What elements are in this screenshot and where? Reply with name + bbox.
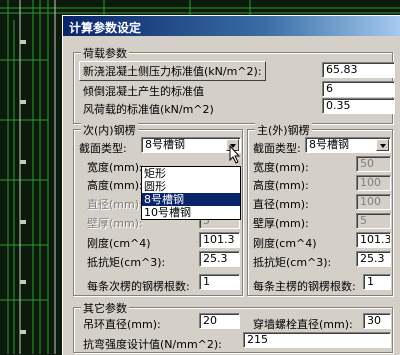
hanger-diameter-input[interactable]: 20 [199,313,240,329]
primary-thickness-label: 壁厚(mm): [253,217,309,230]
secondary-thickness-label: 壁厚(mm): [87,217,143,230]
primary-height-input: 100 [356,175,391,191]
secondary-stiffness-input[interactable]: 101.3 [199,232,240,248]
other-params-title: 其它参数 [81,300,129,316]
mouse-cursor-icon [229,145,241,164]
bolt-diameter-label: 穿墙螺栓直径(mm): [253,318,353,331]
secondary-section-type-value: 8号槽钢 [145,138,185,151]
secondary-section-type-select[interactable]: 8号槽钢 [141,137,241,153]
primary-moment-input[interactable]: 25.3 [356,251,391,267]
primary-stiffness-input[interactable]: 101.3 [356,232,391,248]
dump-input[interactable]: 6 [322,81,395,97]
primary-section-type-label: 截面类型: [253,142,301,155]
primary-diameter-label: 直径(mm): [253,198,309,211]
secondary-section-type-label: 截面类型: [79,142,127,155]
primary-moment-label: 抵抗矩(cm^3): [253,256,332,269]
primary-width-input: 50 [356,156,391,172]
secondary-count-label: 每条次楞的钢楞根数: [87,280,190,293]
bending-strength-input[interactable]: 215 [243,332,391,348]
primary-height-label: 高度(mm): [253,179,309,192]
dropdown-option[interactable]: 圆形 [142,180,240,193]
chevron-down-icon[interactable] [376,139,389,151]
primary-thickness-input: 5 [356,213,391,229]
pressure-input[interactable]: 65.83 [322,62,395,78]
primary-section-type-value: 8号槽钢 [309,138,349,151]
secondary-count-input[interactable]: 1 [199,274,240,290]
secondary-diameter-label: 直径(mm): [87,198,143,211]
primary-diameter-input: 100 [356,194,391,210]
secondary-moment-input[interactable]: 25.3 [199,251,240,267]
dump-label: 倾倒混凝土产生的标准值 [83,85,204,98]
primary-steel-title: 主(外)钢楞 [255,122,312,138]
hanger-diameter-label: 吊环直径(mm): [83,318,161,331]
wind-input[interactable]: 0.35 [322,98,395,114]
dialog-titlebar[interactable]: 计算参数设定 [63,16,400,36]
load-params-title: 荷载参数 [81,45,129,61]
dropdown-option[interactable]: 矩形 [142,167,240,180]
primary-count-input[interactable]: 1 [363,274,391,290]
pressure-button[interactable]: 新浇混凝土侧压力标准值(kN/m^2): [79,61,266,81]
primary-count-label: 每条主楞的钢楞根数: [253,280,356,293]
secondary-width-label: 宽度(mm): [87,161,143,174]
secondary-steel-title: 次(内)钢楞 [81,122,138,138]
secondary-stiffness-label: 刚度(cm^4) [87,237,151,250]
dropdown-option-selected[interactable]: 8号槽钢 [142,193,240,206]
bolt-diameter-input[interactable]: 30 [363,313,391,329]
primary-section-type-select[interactable]: 8号槽钢 [305,137,391,153]
dropdown-option[interactable]: 10号槽钢 [142,206,240,219]
primary-stiffness-label: 刚度(cm^4) [253,237,317,250]
calc-params-dialog: 计算参数设定 荷载参数 新浇混凝土侧压力标准值(kN/m^2): 65.83 倾… [62,15,400,355]
wind-label: 风荷载的标准值(kN/m^2) [83,103,214,116]
secondary-moment-label: 抵抗矩(cm^3): [87,256,166,269]
secondary-section-type-dropdown[interactable]: 矩形 圆形 8号槽钢 10号槽钢 [141,166,241,220]
primary-width-label: 宽度(mm): [253,161,309,174]
bending-strength-label: 抗弯强度设计值(N/mm^2): [83,338,222,351]
dialog-title: 计算参数设定 [69,21,142,35]
secondary-height-label: 高度(mm): [87,179,143,192]
